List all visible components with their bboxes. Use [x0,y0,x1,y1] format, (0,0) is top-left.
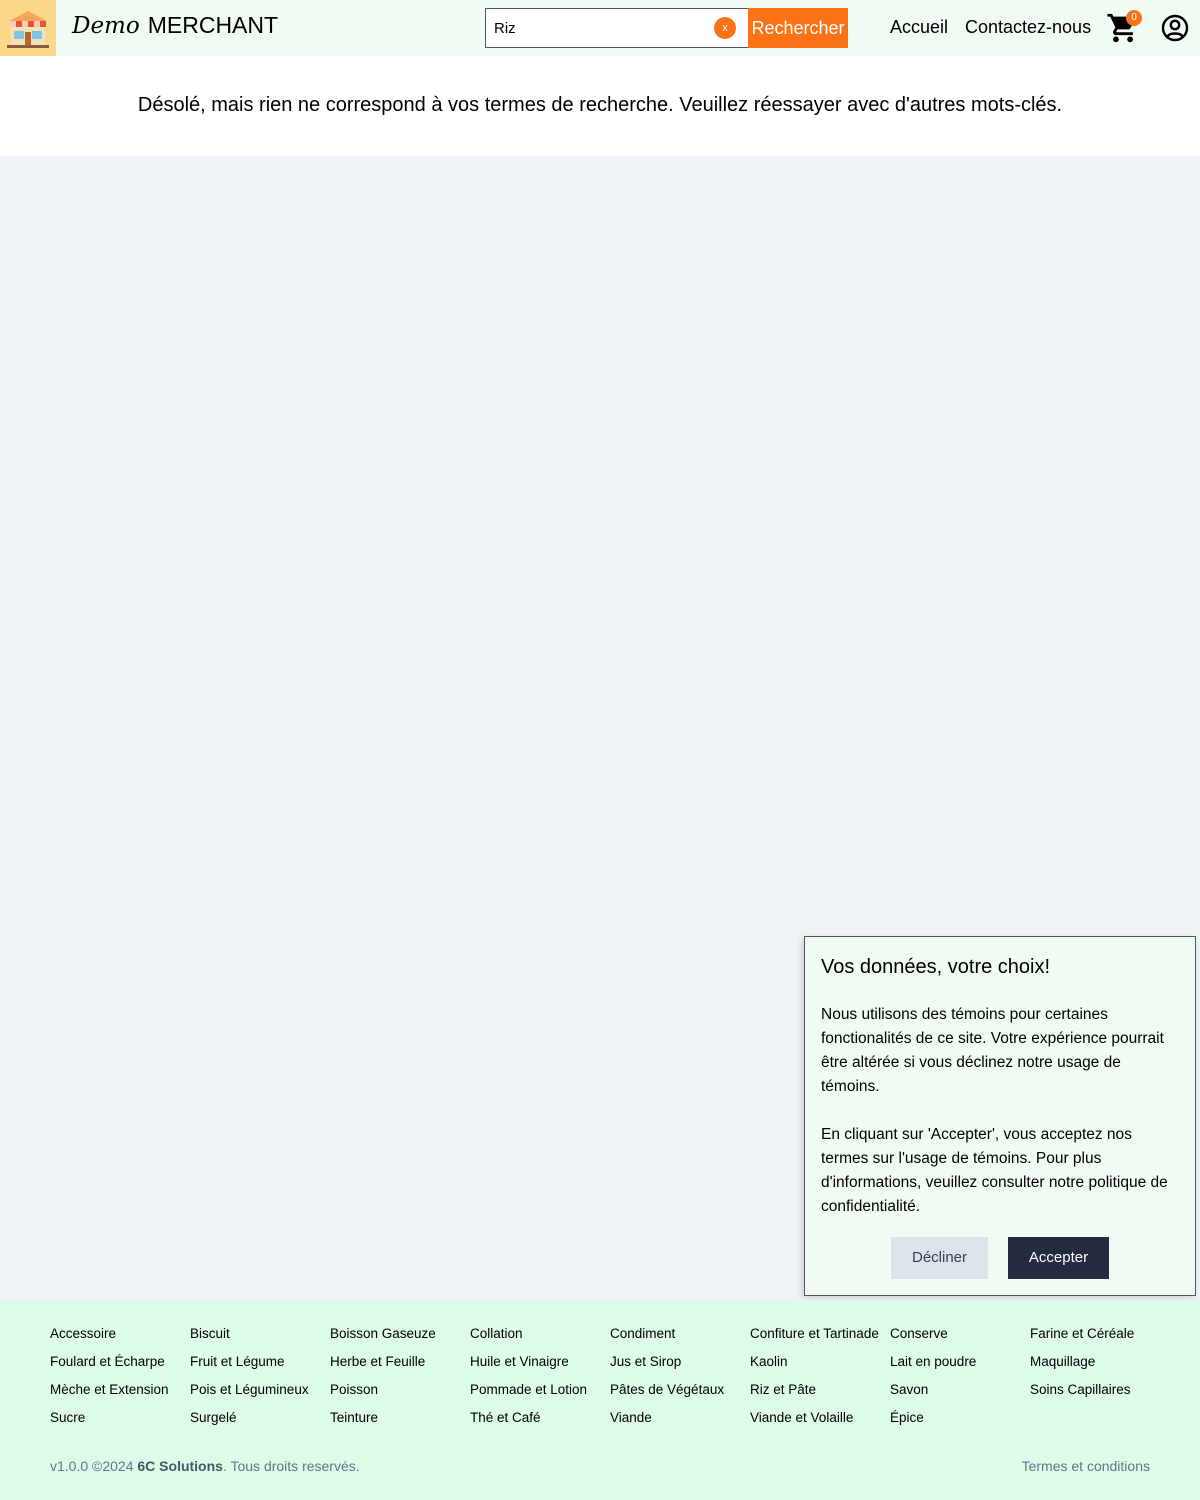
no-results-message: Désolé, mais rien ne correspond à vos te… [137,94,1063,116]
category-links: Accessoire Biscuit Boisson Gaseuze Collatio… [50,1326,1170,1438]
category-link[interactable]: Farine et Céréale [1030,1326,1170,1354]
category-link[interactable]: Soins Capillaires [1030,1382,1170,1410]
category-link[interactable]: Surgelé [190,1410,330,1438]
category-link[interactable]: Lait en poudre [890,1354,1030,1382]
category-link[interactable]: Conserve [890,1326,1030,1354]
user-circle-icon[interactable] [1161,14,1189,42]
search-box: x [485,8,749,48]
decline-button[interactable]: Décliner [891,1237,988,1279]
search-results-panel: Désolé, mais rien ne correspond à vos te… [0,56,1200,156]
category-link[interactable]: Fruit et Légume [190,1354,330,1382]
site-footer: Accessoire Biscuit Boisson Gaseuze Collatio… [0,1300,1200,1500]
category-link[interactable]: Thé et Café [470,1410,610,1438]
category-link[interactable]: Maquillage [1030,1354,1170,1382]
accept-button[interactable]: Accepter [1008,1237,1109,1279]
category-link[interactable]: Épice [890,1410,1030,1438]
category-link[interactable]: Pâtes de Végétaux [610,1382,750,1410]
category-link[interactable]: Confiture et Tartinade [750,1326,890,1354]
category-link[interactable]: Collation [470,1326,610,1354]
store-logo-icon[interactable] [0,0,56,56]
category-link[interactable]: Viande [610,1410,750,1438]
copyright-prefix: v1.0.0 ©2024 [50,1458,134,1474]
cookie-consent-dialog: Vos données, votre choix! Nous utilisons… [804,936,1196,1296]
category-link[interactable]: Sucre [50,1410,190,1438]
category-link[interactable]: Jus et Sirop [610,1354,750,1382]
category-link[interactable]: Herbe et Feuille [330,1354,470,1382]
clear-search-button[interactable]: x [714,17,736,39]
brand-name[interactable]: Demo MERCHANT [72,10,278,41]
category-link[interactable]: Huile et Vinaigre [470,1354,610,1382]
category-link[interactable]: Pommade et Lotion [470,1382,610,1410]
site-header: Demo MERCHANT x Rechercher Accueil Contac… [0,0,1200,56]
category-link[interactable]: Poisson [330,1382,470,1410]
category-link[interactable]: Biscuit [190,1326,330,1354]
search-button[interactable]: Rechercher [748,8,848,48]
copyright-suffix: . Tous droits reservés. [222,1458,360,1474]
cart-count-badge: 0 [1126,10,1142,26]
category-link[interactable]: Viande et Volaille [750,1410,890,1438]
cookie-paragraph: Nous utilisons des témoins pour certaine… [821,1006,1164,1095]
category-link[interactable]: Kaolin [750,1354,890,1382]
category-link[interactable]: Pois et Légumineux [190,1382,330,1410]
nav-link-home[interactable]: Accueil [890,17,948,38]
nav-link-contact[interactable]: Contactez-nous [965,17,1091,38]
category-link[interactable]: Savon [890,1382,1030,1410]
brand-title: MERCHANT [147,12,279,38]
search-input[interactable] [486,9,706,47]
terms-link[interactable]: Termes et conditions [1022,1458,1150,1474]
company-link[interactable]: 6C Solutions [137,1458,223,1474]
category-link[interactable]: Teinture [330,1410,470,1438]
brand-script: Demo [72,13,140,39]
category-link[interactable]: Foulard et Écharpe [50,1354,190,1382]
cookie-paragraph: En cliquant sur 'Accepter', vous accepte… [821,1126,1168,1215]
cookie-text: Nous utilisons des témoins pour certaine… [821,1003,1179,1219]
category-link[interactable]: Boisson Gaseuze [330,1326,470,1354]
category-link[interactable]: Mèche et Extension [50,1382,190,1410]
category-link[interactable]: Riz et Pâte [750,1382,890,1410]
category-link[interactable]: Condiment [610,1326,750,1354]
category-link[interactable]: Accessoire [50,1326,190,1354]
cookie-title: Vos données, votre choix! [821,956,1051,978]
copyright: v1.0.0 ©2024 6C Solutions. Tous droits r… [50,1458,360,1474]
